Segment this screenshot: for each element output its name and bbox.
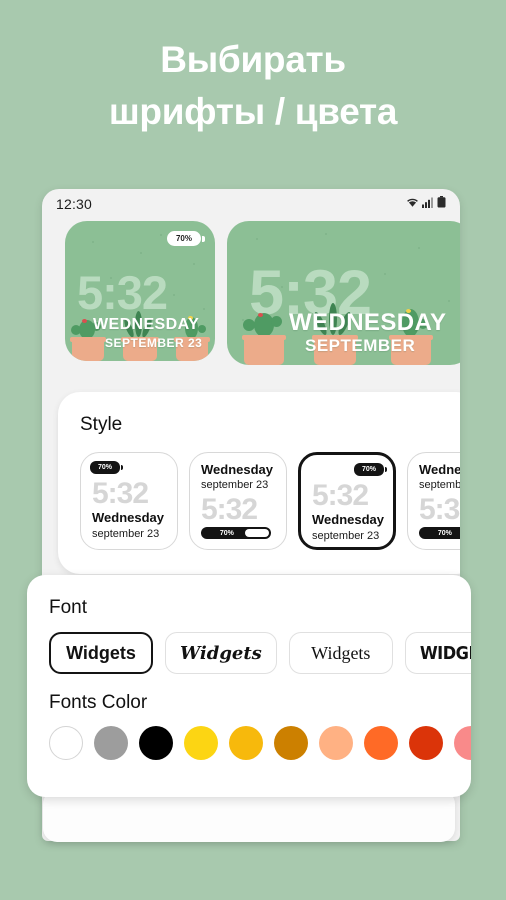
widget-preview-strip[interactable]: 5:32 WEDNESDAY SEPTEMBER 23 70% 5:32 WED… [42,221,460,383]
color-swatch-grey[interactable] [94,726,128,760]
style-battery-bar: 70% [201,527,271,539]
color-swatch-dark-red[interactable] [409,726,443,760]
style-battery-value: 70% [437,529,452,537]
style-day: Wednesday [201,462,274,477]
font-chip-caps[interactable]: WIDGETS [404,632,471,674]
style-date: september 23 [92,528,160,540]
color-swatch-list[interactable] [49,726,471,760]
style-battery-value: 70% [219,529,234,537]
fonts-color-title: Fonts Color [49,692,148,713]
battery-icon [437,195,446,213]
color-swatch-amber[interactable] [229,726,263,760]
cellular-signal-icon [422,195,434,213]
style-card[interactable]: 70% 5:32 Wednesday september 23 [80,452,178,550]
style-card[interactable]: Wednesday september 23 5:32 70% [407,452,460,550]
cactus-illustration [241,307,289,365]
color-swatch-white[interactable] [49,726,83,760]
widget-preview-small[interactable]: 5:32 WEDNESDAY SEPTEMBER 23 70% [65,221,215,361]
status-bar-clock: 12:30 [56,196,93,212]
style-battery-badge: 70% [90,461,124,474]
status-bar-icons [406,195,446,213]
widget-day: WEDNESDAY [289,309,447,336]
font-chip-script[interactable]: Widgets [165,632,277,674]
font-chip-list[interactable]: Widgets Widgets Widgets WIDGETS [49,632,471,674]
style-time: 5:32 [92,477,149,510]
color-swatch-orange[interactable] [364,726,398,760]
style-date: september 23 [201,479,269,491]
widget-date: SEPTEMBER [305,336,416,355]
widget-preview-large[interactable]: 5:32 WEDNESDAY SEPTEMBER [227,221,460,365]
style-date: september 23 [312,530,380,542]
widget-day: WEDNESDAY [93,316,200,333]
page-title: Выбирать шрифты / цвета [0,34,506,138]
font-chip-bold[interactable]: Widgets [49,632,153,674]
style-time: 5:32 [312,479,369,512]
style-battery-bar: 70% [419,527,460,539]
wifi-icon [406,195,419,213]
style-card-selected[interactable]: 70% 5:32 Wednesday september 23 [298,452,396,550]
font-chip-serif[interactable]: Widgets [288,632,393,674]
widget-date: SEPTEMBER 23 [105,336,203,350]
style-day: Wednesday [92,510,165,525]
page-title-line-2: шрифты / цвета [108,91,398,132]
style-date: september 23 [419,479,460,491]
page-title-line-1: Выбирать [160,39,346,80]
style-card[interactable]: Wednesday september 23 5:32 70% [189,452,287,550]
status-bar: 12:30 [42,189,460,219]
font-section-title: Font [49,597,88,618]
style-panel-title: Style [80,414,123,435]
style-day: Wednesday [312,512,385,527]
sheet-underlay-card [43,790,455,842]
widget-battery-badge: 70% [166,231,206,246]
style-time: 5:32 [201,493,258,526]
style-day: Wednesday [419,462,460,477]
style-card-list[interactable]: 70% 5:32 Wednesday september 23 Wednesda… [80,452,460,550]
color-swatch-black[interactable] [139,726,173,760]
color-swatch-yellow[interactable] [184,726,218,760]
style-battery-badge: 70% [353,463,388,476]
color-swatch-pink[interactable] [454,726,471,760]
style-panel: Style 70% 5:32 Wednesday september 23 We… [58,392,460,574]
font-bottom-sheet: Font Widgets Widgets Widgets WIDGETS Fon… [27,575,471,797]
color-swatch-peach[interactable] [319,726,353,760]
style-time: 5:32 [419,493,460,526]
color-swatch-dark-goldenrod[interactable] [274,726,308,760]
